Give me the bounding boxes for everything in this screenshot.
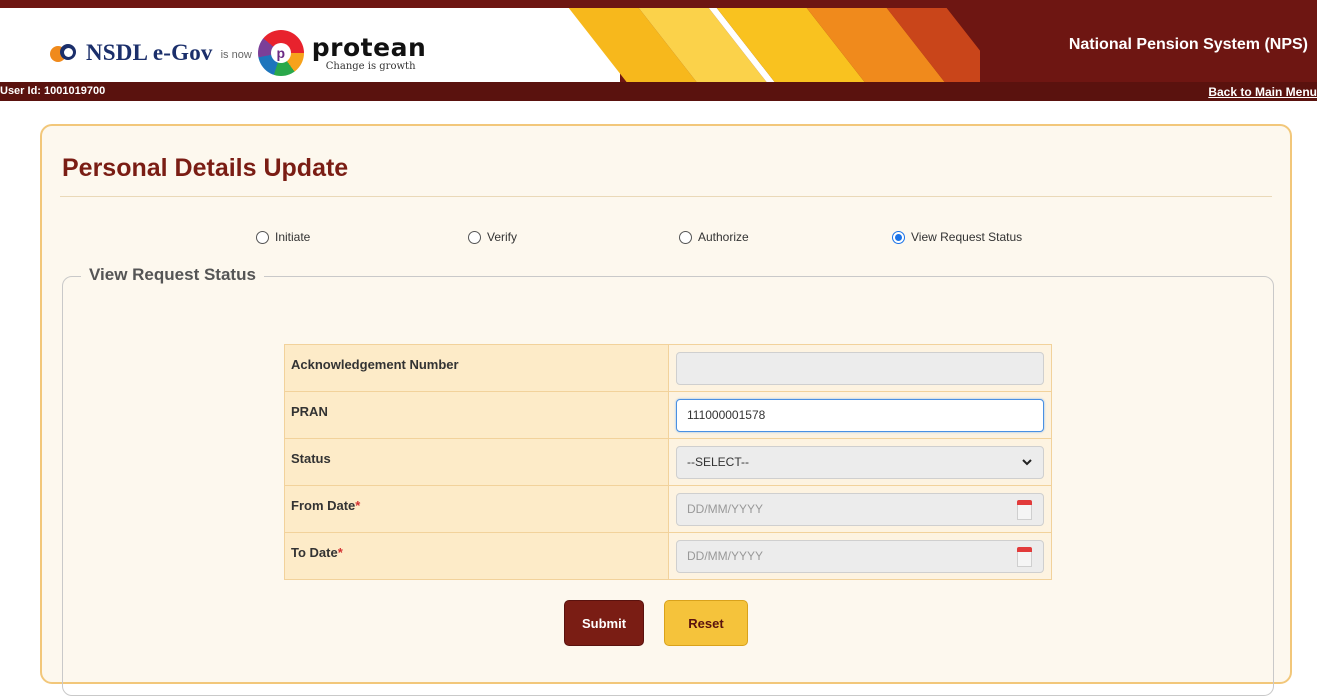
to-date-input[interactable]: DD/MM/YYYY: [676, 539, 1044, 573]
pran-input[interactable]: 111000001578: [676, 398, 1044, 432]
from-date-placeholder: DD/MM/YYYY: [687, 502, 764, 516]
ack-number-input[interactable]: [676, 351, 1044, 385]
radio-label: View Request Status: [911, 230, 1023, 244]
radio-initiate[interactable]: Initiate: [256, 228, 310, 246]
system-title: National Pension System (NPS): [1068, 36, 1308, 53]
radio-button-selected[interactable]: [892, 230, 905, 244]
radio-button[interactable]: [679, 230, 692, 244]
radio-button[interactable]: [256, 230, 269, 244]
protean-logo-icon: p: [257, 30, 304, 76]
form-row-to-date: To Date* DD/MM/YYYY: [284, 532, 1052, 580]
form-row-pran: PRAN 111000001578: [284, 391, 1052, 439]
nsdl-brand-text: NSDL e-Gov: [86, 40, 213, 65]
chevron-down-icon: [1022, 458, 1032, 465]
radio-verify[interactable]: Verify: [468, 228, 517, 246]
protean-name: protean: [311, 32, 427, 62]
form-row-from-date: From Date* DD/MM/YYYY: [284, 485, 1052, 533]
required-marker: *: [337, 545, 343, 560]
calendar-icon[interactable]: [1017, 499, 1032, 520]
form-row-status: Status --SELECT--: [284, 438, 1052, 486]
radio-button[interactable]: [468, 230, 481, 244]
search-form-table: Acknowledgement Number PRAN 111000001578…: [284, 344, 1052, 580]
radio-label: Verify: [487, 230, 518, 244]
required-marker: *: [355, 498, 361, 513]
submit-button[interactable]: Submit: [564, 600, 644, 646]
radio-view-request-status[interactable]: View Request Status: [892, 228, 1022, 246]
form-row-ack-number: Acknowledgement Number: [284, 344, 1052, 392]
user-bar: User Id: 1001019700 Back to Main Menu: [0, 82, 1317, 101]
title-divider: [60, 196, 1272, 197]
site-header: NSDL e-Gov is now p protean Change is gr…: [0, 0, 1317, 82]
is-now-text: is now: [220, 49, 252, 61]
pran-label: PRAN: [284, 391, 669, 439]
nsdl-logo: NSDL e-Gov is now p protean Change is gr…: [50, 30, 426, 76]
to-date-placeholder: DD/MM/YYYY: [687, 549, 764, 563]
main-panel: Personal Details Update Initiate Verify …: [40, 124, 1292, 696]
protean-wordmark: protean Change is growth: [312, 35, 426, 72]
fieldset-legend: View Request Status: [81, 265, 264, 285]
from-date-input[interactable]: DD/MM/YYYY: [676, 492, 1044, 526]
to-date-label: To Date*: [284, 532, 669, 580]
status-label: Status: [284, 438, 669, 486]
radio-label: Authorize: [698, 230, 749, 244]
radio-label: Initiate: [275, 230, 311, 244]
calendar-icon[interactable]: [1017, 546, 1032, 567]
from-date-label: From Date*: [284, 485, 669, 533]
ack-number-label: Acknowledgement Number: [284, 344, 669, 392]
protean-tagline: Change is growth: [325, 60, 416, 72]
radio-authorize[interactable]: Authorize: [679, 228, 749, 246]
logo-area: NSDL e-Gov is now p protean Change is gr…: [0, 8, 620, 82]
header-decorative-stripes: [560, 8, 980, 82]
status-selected-value: --SELECT--: [687, 455, 750, 469]
page-title: Personal Details Update: [62, 154, 349, 182]
reset-button[interactable]: Reset: [664, 600, 748, 646]
user-id-label: User Id: 1001019700: [0, 85, 106, 97]
back-to-main-menu-link[interactable]: Back to Main Menu: [1208, 85, 1317, 99]
status-select[interactable]: --SELECT--: [676, 445, 1044, 479]
nsdl-logo-icon: [50, 42, 80, 64]
